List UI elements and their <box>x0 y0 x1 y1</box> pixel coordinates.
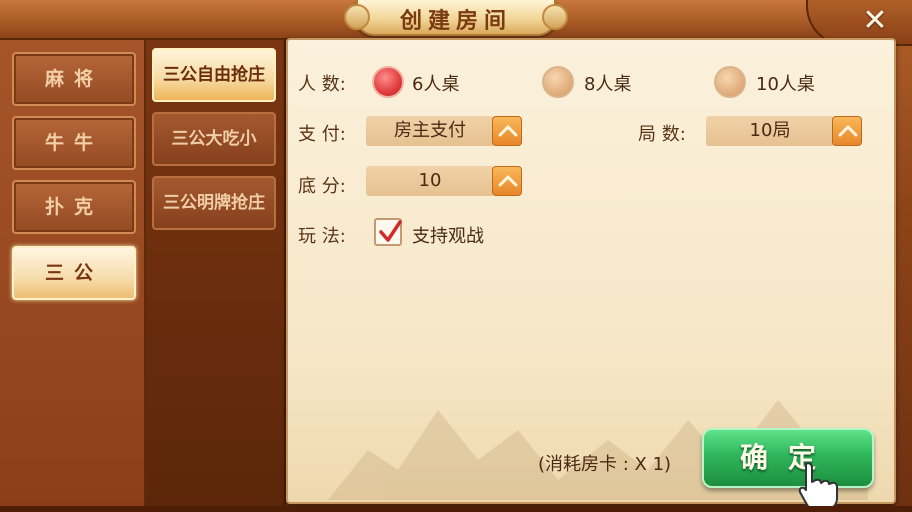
dialog-title: 创建房间 <box>399 8 512 34</box>
mode-sidebar: 三公自由抢庄 三公大吃小 三公明牌抢庄 <box>146 40 286 512</box>
rules-label: 玩 法: <box>298 226 346 247</box>
spectate-checkbox[interactable] <box>374 218 402 246</box>
mode-big-eats-small[interactable]: 三公大吃小 <box>152 112 276 166</box>
category-mahjong[interactable]: 麻将 <box>12 52 136 106</box>
option-10-players[interactable]: 10人桌 <box>756 70 815 96</box>
confirm-button[interactable]: 确定 <box>702 428 874 488</box>
category-sidebar: 麻将 牛牛 扑克 三公 <box>0 40 146 512</box>
chevron-up-icon <box>838 125 858 137</box>
payment-select[interactable]: 房主支付 <box>366 116 494 146</box>
option-8-players[interactable]: 8人桌 <box>584 70 631 96</box>
base-score-dropdown-button[interactable] <box>492 166 522 196</box>
radio-6-players[interactable] <box>372 66 404 98</box>
category-poker[interactable]: 扑克 <box>12 180 136 234</box>
radio-10-players[interactable] <box>714 66 746 98</box>
room-card-cost: (消耗房卡 : X 1) <box>538 454 672 475</box>
base-score-select[interactable]: 10 <box>366 166 494 196</box>
pointer-hand-icon <box>798 462 838 511</box>
option-6-players[interactable]: 6人桌 <box>412 70 459 96</box>
chevron-up-icon <box>498 175 518 187</box>
base-score-label: 底 分: <box>298 176 346 197</box>
checkmark-icon <box>379 220 402 242</box>
title-plate: 创建房间 <box>344 0 568 36</box>
rounds-select[interactable]: 10局 <box>706 116 834 146</box>
players-label: 人 数: <box>298 74 346 95</box>
mode-open-card-banker[interactable]: 三公明牌抢庄 <box>152 176 276 230</box>
payment-dropdown-button[interactable] <box>492 116 522 146</box>
payment-label: 支 付: <box>298 124 346 145</box>
chevron-up-icon <box>498 125 518 137</box>
settings-panel: 人 数: 6人桌 8人桌 10人桌 支 付: 房主支付 局 数: 10局 底 分… <box>286 38 896 504</box>
category-sangong[interactable]: 三公 <box>12 246 136 300</box>
bottom-border <box>0 506 912 512</box>
spectate-option[interactable]: 支持观战 <box>412 222 484 248</box>
close-icon[interactable]: ✕ <box>858 4 892 38</box>
rounds-dropdown-button[interactable] <box>832 116 862 146</box>
radio-8-players[interactable] <box>542 66 574 98</box>
mode-free-banker[interactable]: 三公自由抢庄 <box>152 48 276 102</box>
rounds-label: 局 数: <box>638 124 686 145</box>
category-niuniu[interactable]: 牛牛 <box>12 116 136 170</box>
